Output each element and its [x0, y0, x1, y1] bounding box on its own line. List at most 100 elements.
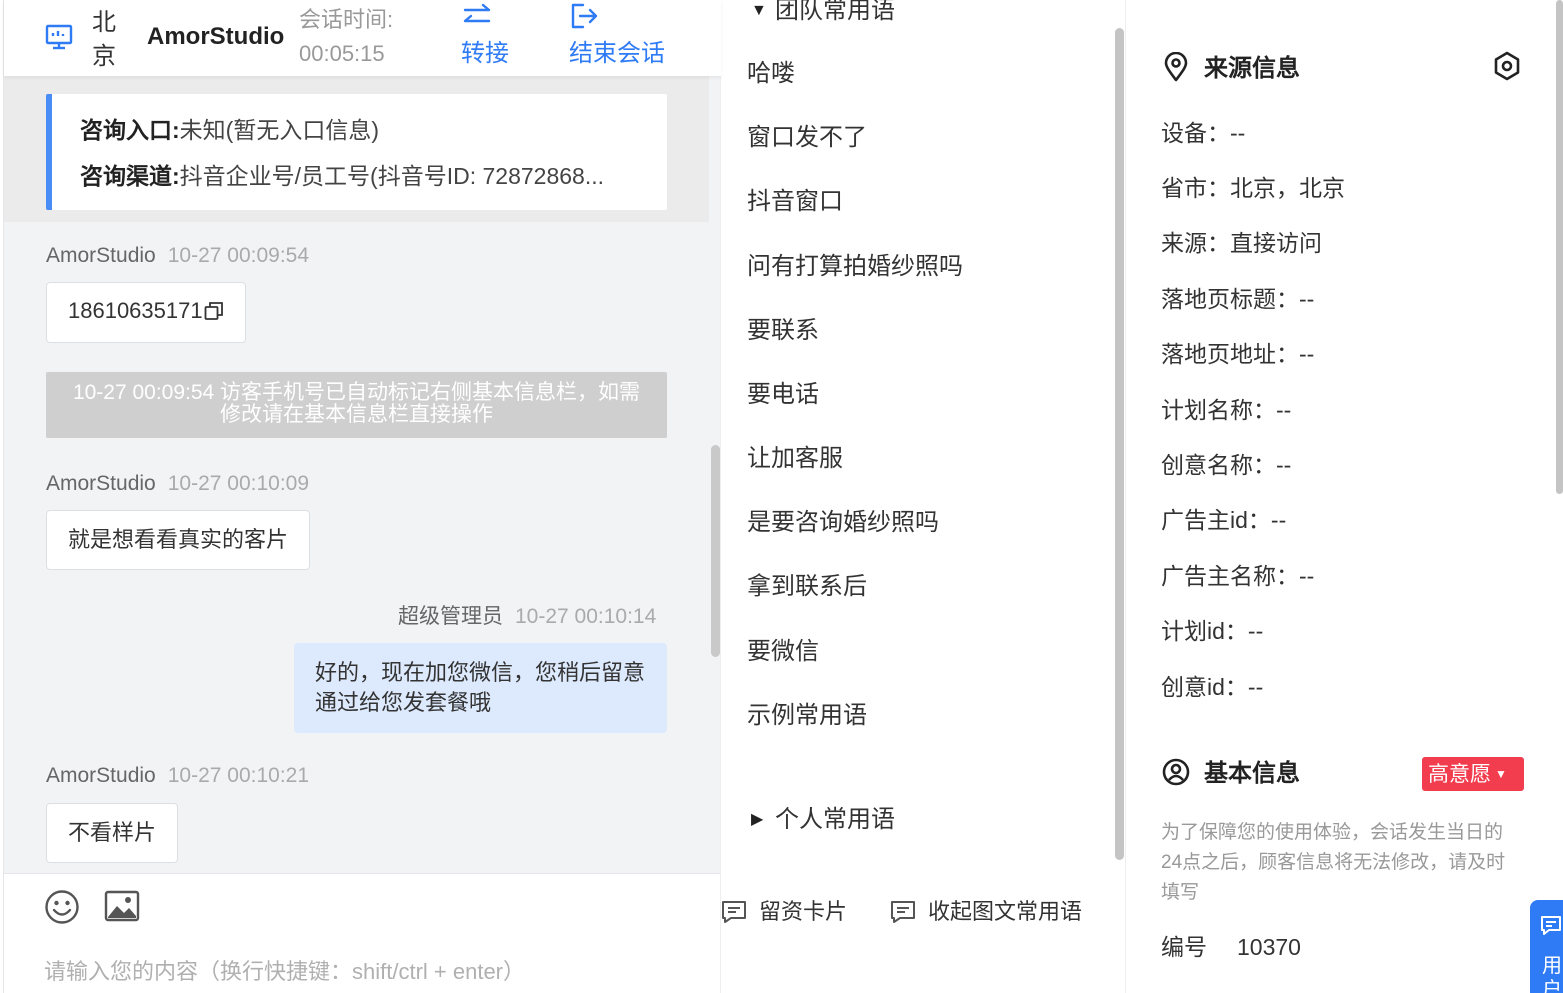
message-meta: AmorStudio 10-27 00:10:09 — [46, 470, 309, 498]
card-icon — [722, 901, 746, 923]
field-plan-name: 计划名称：-- — [1161, 397, 1292, 423]
visitor-name: AmorStudio — [147, 23, 285, 50]
end-session-button[interactable]: 结束会话 — [569, 2, 665, 72]
message-bubble-self[interactable]: 好的，现在加您微信，您稍后留意通过给您发套餐哦 — [294, 643, 667, 733]
quick-reply-panel: ▼ 团队常用语 哈喽 窗口发不了 抖音窗口 问有打算拍婚纱照吗 要联系 要电话 让… — [720, 0, 1126, 993]
serial-label: 编号 — [1161, 934, 1207, 960]
phrase-item[interactable]: 要微信 — [747, 635, 819, 669]
composer — [4, 873, 721, 993]
field-label: 计划名称 — [1161, 397, 1253, 423]
phrase-item[interactable]: 哈喽 — [747, 57, 795, 91]
phrase-item[interactable]: 拿到联系后 — [747, 570, 867, 604]
personal-phrases-group[interactable]: ▶ 个人常用语 — [751, 803, 895, 837]
field-label: 创意名称 — [1161, 452, 1253, 478]
team-phrases-group[interactable]: ▼ 团队常用语 — [751, 0, 895, 28]
settings-icon[interactable] — [1491, 50, 1523, 82]
message-sender: AmorStudio — [46, 472, 156, 495]
lead-card-label: 留资卡片 — [759, 899, 848, 924]
message-bubble[interactable]: 就是想看看真实的客片 — [46, 510, 311, 570]
message-time: 10-27 00:09:54 — [167, 244, 310, 267]
copy-icon[interactable] — [204, 301, 224, 321]
field-value: -- — [1299, 341, 1315, 367]
field-creative-id: 创意id：-- — [1161, 674, 1264, 700]
exit-icon — [571, 3, 598, 29]
message-input[interactable] — [44, 954, 684, 990]
message-bubble[interactable]: 18610635171 — [46, 282, 246, 343]
monitor-icon — [45, 24, 73, 50]
system-note: 10-27 00:09:54 访客手机号已自动标记右侧基本信息栏，如需修改请在基… — [46, 372, 667, 438]
team-group-label: 团队常用语 — [775, 0, 895, 24]
channel-label: 咨询渠道: — [80, 163, 180, 189]
field-creative-name: 创意名称：-- — [1161, 452, 1292, 478]
lead-card-button[interactable]: 留资卡片 — [721, 897, 847, 927]
intent-tag-dropdown[interactable]: 高意愿 ▼ — [1422, 757, 1524, 791]
channel-value: 抖音企业号/员工号(抖音号ID: 72872868... — [179, 163, 605, 189]
message-sender: AmorStudio — [46, 244, 156, 267]
field-value: -- — [1299, 286, 1315, 312]
field-label: 来源 — [1161, 230, 1207, 256]
chat-scrollbar[interactable] — [711, 445, 720, 657]
field-source: 来源：直接访问 — [1161, 230, 1322, 256]
phrase-item[interactable]: 是要咨询婚纱照吗 — [747, 506, 939, 540]
entry-line: 咨询入口:未知(暂无入口信息) — [80, 114, 645, 146]
phrase-item[interactable]: 问有打算拍婚纱照吗 — [747, 250, 963, 284]
message-meta: AmorStudio 10-27 00:10:21 — [46, 762, 309, 790]
edit-notice: 为了保障您的使用体验，会话发生当日的24点之后，顾客信息将无法修改，请及时填写 — [1161, 822, 1506, 903]
location-pin-icon — [1164, 52, 1188, 82]
phrase-item[interactable]: 让加客服 — [747, 442, 843, 476]
field-advertiser-id: 广告主id：-- — [1161, 507, 1287, 533]
chat-panel: 北京 AmorStudio 会话时间: 00:05:15 转接 结束会话 咨询入… — [3, 0, 721, 993]
field-label: 设备 — [1161, 120, 1207, 146]
entry-info-area: 咨询入口:未知(暂无入口信息) 咨询渠道:抖音企业号/员工号(抖音号ID: 72… — [4, 76, 709, 222]
image-icon[interactable] — [104, 890, 140, 922]
visitor-city: 北京 — [92, 9, 116, 70]
basic-info-title: 基本信息 — [1162, 757, 1300, 791]
phrase-item[interactable]: 抖音窗口 — [747, 185, 843, 219]
field-value: -- — [1247, 674, 1264, 700]
user-float-button[interactable]: 用户 — [1530, 900, 1563, 993]
serial-field: 编号 10370 — [1161, 931, 1301, 963]
serial-value: 10370 — [1237, 934, 1301, 960]
field-value: 直接访问 — [1230, 230, 1322, 256]
message-time: 10-27 00:10:21 — [167, 764, 310, 787]
message-meta: 超级管理员 10-27 00:10:14 — [398, 603, 656, 631]
transfer-icon — [463, 3, 491, 23]
chat-icon — [891, 901, 915, 923]
session-time-value: 00:05:15 — [299, 41, 385, 66]
float-button-label: 用户 — [1542, 955, 1562, 993]
message-text: 好的，现在加您微信，您稍后留意通过给您发套餐哦 — [315, 660, 646, 715]
transfer-button[interactable]: 转接 — [461, 2, 509, 72]
user-circle-icon — [1162, 758, 1190, 786]
field-label: 广告主名称 — [1161, 563, 1276, 589]
session-time-label: 会话时间: — [299, 7, 394, 32]
field-advertiser-name: 广告主名称：-- — [1161, 563, 1315, 589]
phrase-item[interactable]: 示例常用语 — [747, 699, 867, 733]
app-root: 北京 AmorStudio 会话时间: 00:05:15 转接 结束会话 咨询入… — [0, 0, 1563, 993]
field-label: 广告主id — [1161, 507, 1248, 533]
emoji-icon[interactable] — [44, 889, 80, 925]
field-landing-url: 落地页地址：-- — [1161, 341, 1315, 367]
field-province-city: 省市：北京，北京 — [1161, 175, 1345, 201]
source-info-title: 来源信息 — [1162, 52, 1300, 86]
phrase-item[interactable]: 窗口发不了 — [747, 121, 867, 155]
entrance-label: 咨询入口: — [80, 117, 180, 143]
collapse-phrases-button[interactable]: 收起图文常用语 — [890, 897, 1082, 927]
field-value: -- — [1270, 507, 1287, 533]
caret-down-icon: ▼ — [1495, 767, 1507, 781]
transfer-label: 转接 — [461, 40, 509, 67]
info-scrollbar[interactable] — [1556, 0, 1563, 494]
quick-scrollbar[interactable] — [1115, 28, 1124, 860]
message-bubble[interactable]: 不看样片 — [46, 803, 179, 863]
phrase-item[interactable]: 要联系 — [747, 314, 819, 348]
collapse-phrases-label: 收起图文常用语 — [928, 899, 1083, 924]
field-label: 落地页标题 — [1161, 286, 1276, 312]
feedback-icon — [1541, 916, 1561, 935]
basic-info-label: 基本信息 — [1204, 760, 1300, 787]
message-text: 18610635171 — [68, 298, 203, 323]
message-time: 10-27 00:10:09 — [167, 472, 310, 495]
field-value: -- — [1276, 397, 1292, 423]
field-value: -- — [1276, 452, 1292, 478]
message-list[interactable]: 咨询入口:未知(暂无入口信息) 咨询渠道:抖音企业号/员工号(抖音号ID: 72… — [4, 76, 709, 873]
phrase-item[interactable]: 要电话 — [747, 378, 819, 412]
field-plan-id: 计划id：-- — [1161, 618, 1264, 644]
